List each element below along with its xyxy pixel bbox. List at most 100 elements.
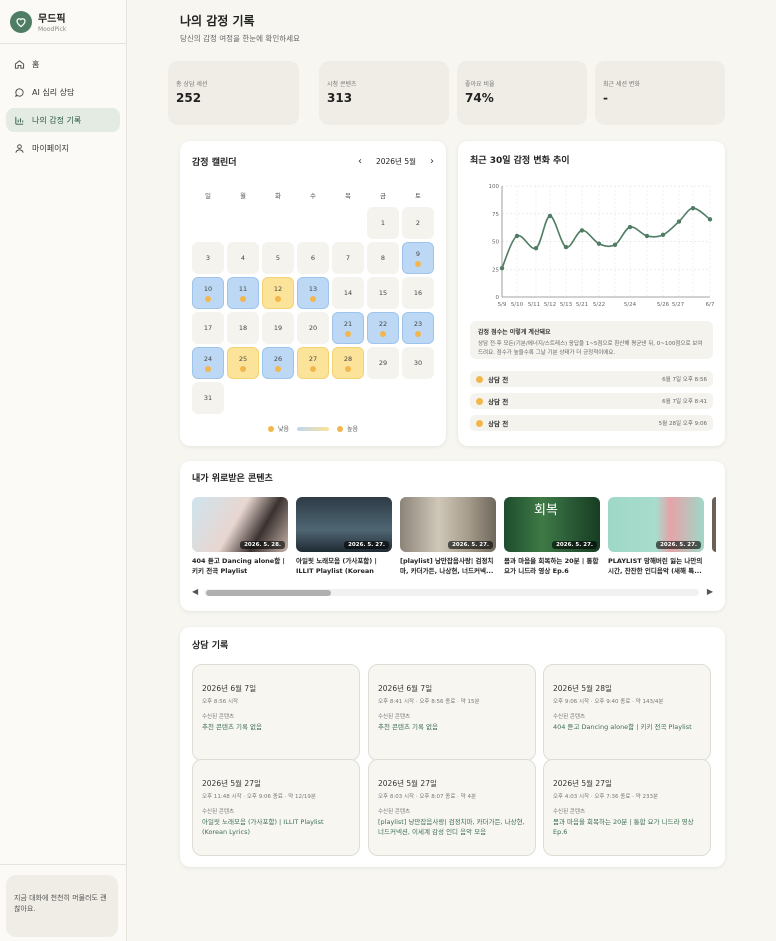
calendar-day[interactable]: 30: [402, 347, 434, 379]
calendar-day-number: 12: [273, 284, 283, 293]
calendar-day[interactable]: 31: [192, 382, 224, 414]
calendar-day[interactable]: 6: [297, 242, 329, 274]
calendar-day[interactable]: 20: [297, 312, 329, 344]
session-content-label: 수신된 콘텐츠: [553, 714, 586, 720]
brand[interactable]: 무드픽 MoodPick: [0, 0, 126, 44]
mood-emoji-icon: [415, 260, 421, 267]
calendar-day[interactable]: 16: [402, 277, 434, 309]
scroll-thumb[interactable]: [206, 590, 331, 596]
session-record-card[interactable]: 2026년 5월 27일 오후 4:03 시작 · 오후 7:36 종료 · 약…: [543, 759, 711, 856]
calendar-day-number: 17: [203, 324, 213, 332]
calendar-next-button[interactable]: ›: [430, 156, 434, 167]
session-content-label: 수신된 콘텐츠: [378, 809, 411, 815]
calendar-day[interactable]: 8: [367, 242, 399, 274]
x-tick-label: 5/26: [657, 302, 670, 308]
trend-data-point: [563, 244, 569, 250]
sidebar-item-label: 홈: [32, 59, 40, 69]
sidebar-item-label: 나의 감정 기록: [32, 115, 82, 125]
sidebar: 무드픽 MoodPick 홈 AI 심리 상담 나의 감정 기록 마이페이지 지…: [0, 0, 127, 941]
calendar-day[interactable]: 9: [402, 242, 434, 274]
session-label: 상담 전: [488, 420, 509, 428]
session-record-card[interactable]: 2026년 6월 7일 오후 8:41 시작 · 오후 8:56 종료 · 약 …: [368, 664, 536, 761]
calendar-month-nav: ‹ 2026년 5월 ›: [358, 156, 434, 167]
trend-data-point: [579, 228, 585, 233]
calendar-day-number: 30: [413, 359, 423, 367]
x-tick-label: 5/10: [511, 302, 524, 308]
session-time: 오후 11:48 시작 · 오후 9:06 종료 · 약 12/19분: [202, 794, 316, 800]
calendar-day[interactable]: 4: [227, 242, 259, 274]
sidebar-item-emotion-record[interactable]: 나의 감정 기록: [6, 108, 120, 132]
mood-emoji-icon: [275, 365, 281, 372]
sidebar-nav: 홈 AI 심리 상담 나의 감정 기록 마이페이지: [0, 44, 126, 172]
calendar-day[interactable]: 29: [367, 347, 399, 379]
content-item[interactable]: 2026. 5. 27. [playlist] 낭만잡음사랑| 검정치마, 카더…: [400, 497, 496, 577]
y-tick-label: 75: [492, 212, 499, 218]
calendar-day[interactable]: 15: [367, 277, 399, 309]
legend-gradient: [297, 426, 329, 431]
heart-logo-icon: [10, 10, 32, 33]
stat-label: 총 상담 세션: [176, 81, 208, 88]
session-time: 오후 9:06 시작 · 오후 9:40 종료 · 약 143/4분: [553, 699, 664, 705]
calendar-day[interactable]: 12: [262, 277, 294, 309]
calendar-day[interactable]: 11: [227, 277, 259, 309]
session-record-card[interactable]: 2026년 5월 27일 오후 11:48 시작 · 오후 9:06 종료 · …: [192, 759, 360, 856]
scroll-left-icon[interactable]: ◀: [192, 587, 198, 596]
calendar-day[interactable]: 24: [192, 347, 224, 379]
calendar-day[interactable]: 13: [297, 277, 329, 309]
calendar-day[interactable]: 25: [227, 347, 259, 379]
scroll-right-icon[interactable]: ▶: [707, 587, 713, 596]
content-title: 아일릿 노래모음 (가사포함) | ILLIT Playlist (Korean…: [296, 557, 377, 577]
trend-data-point: [499, 265, 505, 271]
trend-data-point: [596, 241, 602, 246]
content-item-partial[interactable]: [712, 497, 716, 552]
calendar-day[interactable]: 5: [262, 242, 294, 274]
calendar-day[interactable]: 23: [402, 312, 434, 344]
calendar-day[interactable]: 10: [192, 277, 224, 309]
mood-emoji-icon: [240, 365, 246, 372]
content-item[interactable]: 2026. 5. 27. 아일릿 노래모음 (가사포함) | ILLIT Pla…: [296, 497, 392, 577]
stat-card-recent-change: 최근 세션 변화 -: [595, 61, 725, 125]
content-date: 2026. 5. 27.: [552, 541, 597, 549]
calendar-day[interactable]: 26: [262, 347, 294, 379]
y-tick-label: 25: [492, 267, 499, 273]
session-record-card[interactable]: 2026년 5월 27일 오후 8:03 시작 · 오후 8:07 종료 · 약…: [368, 759, 536, 856]
calendar-day[interactable]: 21: [332, 312, 364, 344]
sidebar-item-home[interactable]: 홈: [6, 52, 120, 76]
recent-session-row[interactable]: 상담 전 5월 28일 오후 9:06: [470, 415, 713, 431]
calendar-day[interactable]: 19: [262, 312, 294, 344]
session-record-card[interactable]: 2026년 6월 7일 오후 8:56 시작 수신된 콘텐츠 추천 콘텐츠 기록…: [192, 664, 360, 761]
content-item[interactable]: 회복 2026. 5. 27. 몸과 마음을 회복하는 20분 | 통합 요가 …: [504, 497, 600, 577]
calendar-day[interactable]: 2: [402, 207, 434, 239]
calendar-day[interactable]: 27: [297, 347, 329, 379]
recent-session-row[interactable]: 상담 전 6월 7일 오후 8:56: [470, 371, 713, 387]
calendar-day[interactable]: 3: [192, 242, 224, 274]
sidebar-item-ai-counseling[interactable]: AI 심리 상담: [6, 80, 120, 104]
calendar-day[interactable]: 17: [192, 312, 224, 344]
calendar-prev-button[interactable]: ‹: [358, 156, 362, 167]
calendar-day-number: 24: [203, 354, 213, 363]
content-item[interactable]: 2026. 5. 28. 404 듣고 Dancing alone함 | 키키 …: [192, 497, 288, 577]
recent-session-row[interactable]: 상담 전 6월 7일 오후 8:41: [470, 393, 713, 409]
calendar-day[interactable]: 22: [367, 312, 399, 344]
calendar-title: 감정 캘린더: [192, 158, 237, 168]
low-mood-icon: [267, 425, 274, 432]
horizontal-scrollbar[interactable]: ◀ ▶: [192, 587, 713, 597]
calendar-day[interactable]: 7: [332, 242, 364, 274]
content-overlay-text: 회복: [534, 503, 558, 518]
sidebar-divider: [0, 864, 126, 865]
calendar-day[interactable]: 18: [227, 312, 259, 344]
calendar-day[interactable]: 1: [367, 207, 399, 239]
content-thumbnail: 회복 2026. 5. 27.: [504, 497, 600, 552]
calendar-day[interactable]: 28: [332, 347, 364, 379]
sidebar-item-mypage[interactable]: 마이페이지: [6, 136, 120, 160]
calendar-day-number: 26: [273, 354, 283, 363]
legend-low-label: 낮음: [277, 426, 289, 433]
calendar-day[interactable]: 14: [332, 277, 364, 309]
session-record-card[interactable]: 2026년 5월 28일 오후 9:06 시작 · 오후 9:40 종료 · 약…: [543, 664, 711, 761]
calendar-empty-cell: [227, 207, 259, 239]
calendar-day-number: 25: [238, 354, 248, 363]
chart-icon: [15, 116, 24, 125]
trend-data-point: [644, 233, 650, 239]
content-item[interactable]: 2026. 5. 27. PLAYLIST 망해버린 잃는 나만의 시간, 잔잔…: [608, 497, 704, 577]
contents-title: 내가 위로받은 콘텐츠: [192, 474, 273, 484]
